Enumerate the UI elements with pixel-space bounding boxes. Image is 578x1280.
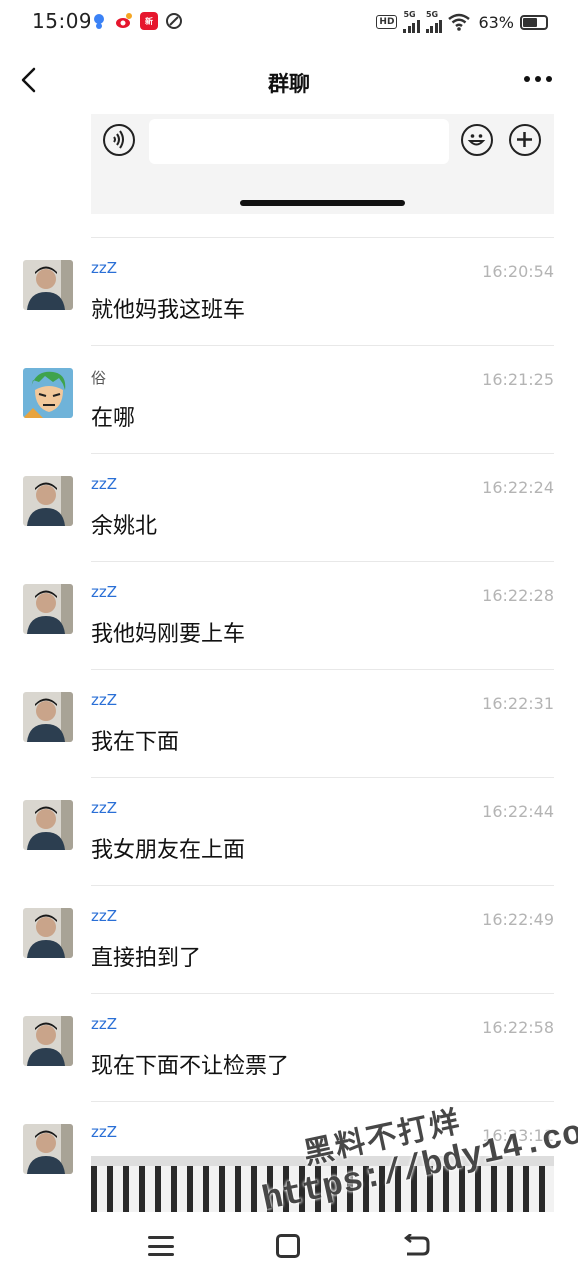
battery-percent: 63%: [478, 12, 514, 32]
list-item[interactable]: 俗 16:21:25 在哪: [0, 345, 578, 453]
plus-icon: [509, 124, 541, 156]
nav-bar: [0, 1214, 578, 1280]
emoji-icon: [461, 124, 493, 156]
wifi-icon: [448, 13, 471, 31]
sender-name: zzZ: [91, 691, 118, 709]
title-bar: 群聊: [0, 44, 578, 116]
avatar[interactable]: [23, 476, 73, 526]
list-item[interactable]: zzZ 16:22:28 我他妈刚要上车: [0, 561, 578, 669]
sender-name: zzZ: [91, 475, 118, 493]
page-title: 群聊: [268, 72, 310, 96]
embedded-screenshot: [91, 114, 554, 214]
hd-icon: HD: [376, 15, 398, 29]
message-time: 16:22:31: [482, 694, 554, 713]
voice-icon: [103, 124, 135, 156]
sender-name: zzZ: [91, 259, 118, 277]
list-item[interactable]: zzZ 16:22:49 直接拍到了: [0, 885, 578, 993]
message-time: 16:22:58: [482, 1018, 554, 1037]
avatar[interactable]: [23, 260, 73, 310]
list-item[interactable]: zzZ 16:22:24 余姚北: [0, 453, 578, 561]
sender-name: 俗: [91, 369, 107, 387]
list-item[interactable]: zzZ 16:22:58 现在下面不让检票了: [0, 993, 578, 1101]
list-item[interactable]: zzZ 16:22:31 我在下面: [0, 669, 578, 777]
message-text[interactable]: 我在下面: [91, 724, 179, 756]
list-item[interactable]: zzZ 16:20:54 就他妈我这班车: [0, 237, 578, 345]
sync-icon: [165, 12, 183, 30]
message-text[interactable]: 直接拍到了: [91, 940, 201, 972]
news-app-icon: 新: [140, 12, 158, 30]
weibo-icon: [115, 12, 133, 30]
signal-icon-2: 5G: [425, 10, 443, 33]
status-time: 15:09: [32, 9, 93, 33]
message-text[interactable]: 我女朋友在上面: [91, 832, 245, 864]
message-time: 16:22:49: [482, 910, 554, 929]
home-indicator: [240, 200, 405, 206]
menu-icon[interactable]: [148, 1236, 174, 1256]
message-time: 16:20:54: [482, 262, 554, 281]
avatar[interactable]: [23, 800, 73, 850]
message-time: 16:22:44: [482, 802, 554, 821]
avatar[interactable]: [23, 1016, 73, 1066]
message-text[interactable]: 在哪: [91, 400, 135, 432]
message-input-preview: [149, 119, 449, 164]
message-text[interactable]: 余姚北: [91, 508, 157, 540]
avatar[interactable]: [23, 584, 73, 634]
battery-icon: [520, 14, 548, 30]
network-label-1: 5G: [403, 10, 416, 19]
avatar[interactable]: [23, 692, 73, 742]
sender-name: zzZ: [91, 799, 118, 817]
status-right: HD 5G 5G 63%: [376, 11, 548, 33]
sender-name: zzZ: [91, 583, 118, 601]
avatar[interactable]: [23, 1124, 73, 1174]
avatar[interactable]: [23, 368, 73, 418]
message-time: 16:22:24: [482, 478, 554, 497]
sender-name: zzZ: [91, 1015, 118, 1033]
sender-name: zzZ: [91, 1123, 118, 1141]
network-label-2: 5G: [425, 10, 439, 19]
avatar[interactable]: [23, 908, 73, 958]
signal-icon-1: 5G: [403, 11, 420, 33]
message-time: 16:22:28: [482, 586, 554, 605]
message-text[interactable]: 现在下面不让检票了: [91, 1048, 289, 1080]
home-icon[interactable]: [276, 1234, 300, 1258]
app-notification-icon: [90, 12, 108, 30]
sender-name: zzZ: [91, 907, 118, 925]
back-icon[interactable]: [403, 1233, 431, 1258]
message-text[interactable]: 我他妈刚要上车: [91, 616, 245, 648]
status-bar: 15:09 新 HD 5G 5G 63%: [0, 0, 578, 44]
message-text[interactable]: 就他妈我这班车: [91, 292, 245, 324]
list-item[interactable]: zzZ 16:22:44 我女朋友在上面: [0, 777, 578, 885]
more-dots-icon[interactable]: [524, 76, 552, 82]
status-notification-icons: 新: [90, 12, 183, 30]
message-time: 16:21:25: [482, 370, 554, 389]
